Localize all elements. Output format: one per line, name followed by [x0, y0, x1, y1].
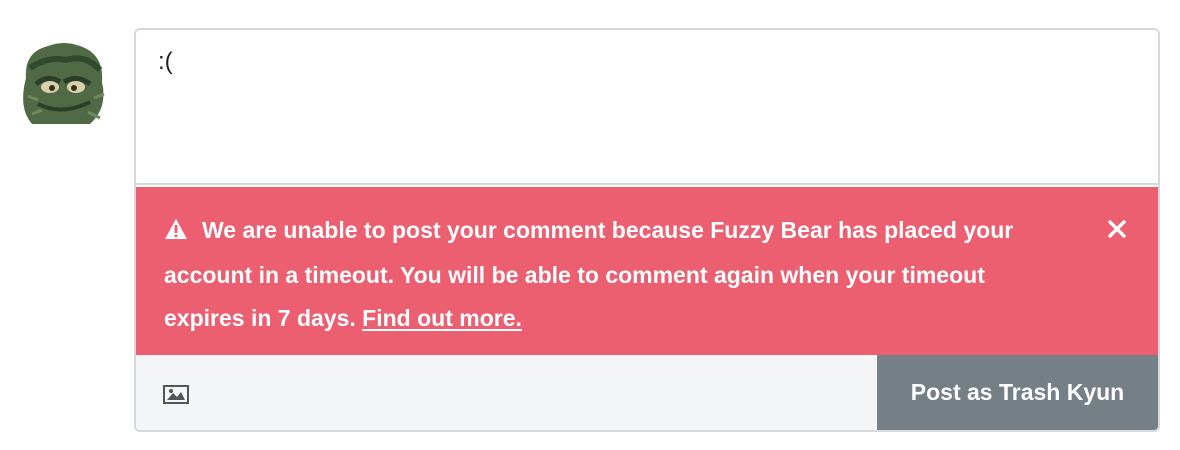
post-button[interactable]: Post as Trash Kyun [877, 355, 1158, 430]
timeout-alert: We are unable to post your comment becau… [136, 187, 1158, 355]
warning-triangle-icon [164, 211, 188, 254]
avatar [18, 38, 109, 126]
composer-footer: Post as Trash Kyun [136, 355, 1158, 430]
comment-input[interactable]: :( [136, 30, 1158, 185]
close-icon [1108, 220, 1126, 238]
image-icon [163, 385, 189, 404]
oscar-the-grouch-avatar [18, 38, 109, 126]
comment-composer: :( We are unable to post your comment be… [134, 28, 1160, 432]
alert-message: We are unable to post your comment becau… [164, 217, 1014, 331]
close-alert-button[interactable] [1102, 209, 1132, 249]
find-out-more-link[interactable]: Find out more. [362, 305, 522, 331]
insert-image-button[interactable] [162, 382, 192, 406]
